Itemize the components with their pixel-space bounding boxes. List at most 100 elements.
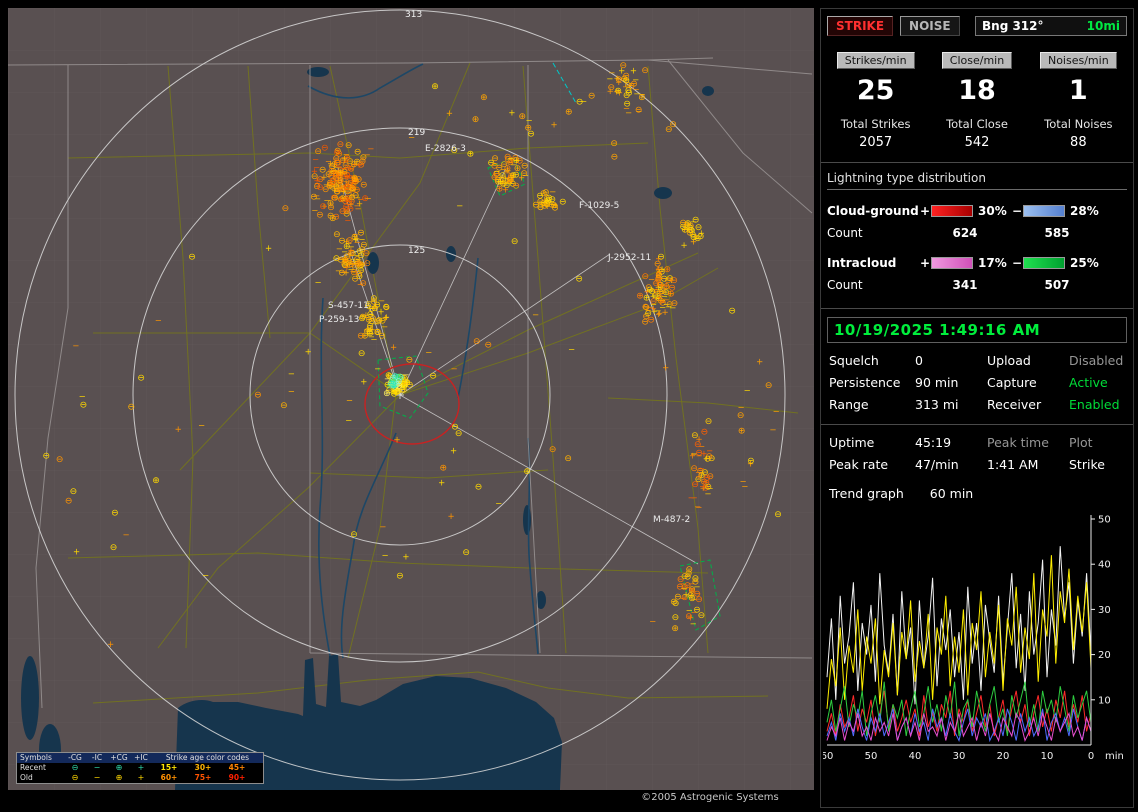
strike-symbol: + xyxy=(607,87,614,97)
trend-x-tick-label: 10 xyxy=(1041,751,1054,762)
strike-symbol: ⊖ xyxy=(128,403,136,413)
uptime-label: Uptime xyxy=(829,435,915,450)
range-value: 313 mi xyxy=(915,397,987,412)
strike-symbol: ⊕ xyxy=(329,214,337,224)
legend-strike-symbol: ⊕ xyxy=(108,763,130,773)
strike-symbol: ⊖ xyxy=(536,192,544,202)
strike-symbol: − xyxy=(495,499,502,509)
legend-age-code: 45+ xyxy=(220,763,254,773)
storm-cell-label: J-2952-11 xyxy=(607,253,651,263)
control-panel: STRIKE NOISE Bng 312° 10mi Strikes/min C… xyxy=(820,8,1134,808)
peak-time-label: Peak time xyxy=(987,435,1069,450)
legend-row-recent: Recent⊖−⊕+15+30+45+ xyxy=(17,763,263,773)
legend-age-code: 15+ xyxy=(152,763,186,773)
total-strikes-label: Total Strikes xyxy=(825,117,926,131)
strike-symbol: − xyxy=(456,201,463,211)
strike-symbol: ⊖ xyxy=(672,613,680,623)
strike-symbol: − xyxy=(651,285,658,295)
trend-graph-label: Trend graph xyxy=(829,486,904,501)
trend-y-tick-label: 30 xyxy=(1098,605,1111,616)
storm-cell-label: P-259-13 xyxy=(319,315,359,325)
strike-symbol: ⊖ xyxy=(357,266,365,276)
close-per-min-button[interactable]: Close/min xyxy=(942,52,1012,69)
strike-symbol: + xyxy=(73,548,80,558)
legend-col-pos-cg: +CG xyxy=(108,753,130,763)
strike-symbol: ⊕ xyxy=(671,624,679,634)
strike-symbol: + xyxy=(448,512,455,522)
strike-symbol: ⊖ xyxy=(647,315,655,325)
strike-symbol: − xyxy=(532,310,539,320)
strike-symbol: ⊖ xyxy=(352,191,360,201)
strike-symbol: + xyxy=(390,343,397,353)
strike-symbol: − xyxy=(665,302,672,312)
strike-symbol: − xyxy=(704,490,711,500)
receiver-label: Receiver xyxy=(987,397,1069,412)
strike-symbol: − xyxy=(693,582,700,592)
strike-symbol: + xyxy=(438,478,445,488)
strike-symbol: − xyxy=(346,396,353,406)
strike-symbol: − xyxy=(769,426,776,436)
trend-x-tick-label: 50 xyxy=(865,751,878,762)
strike-symbol: ⊕ xyxy=(523,467,531,477)
persistence-label: Persistence xyxy=(829,375,915,390)
strike-symbol: ⊖ xyxy=(378,331,386,341)
strike-symbol: ⊖ xyxy=(611,153,619,163)
trend-series-white xyxy=(827,546,1091,704)
strike-symbol: ⊖ xyxy=(350,268,358,278)
strike-symbol: ⊖ xyxy=(188,253,196,263)
strike-symbol: ⊖ xyxy=(357,160,365,170)
strike-symbol: ⊖ xyxy=(473,337,481,347)
strike-symbol: ⊖ xyxy=(314,147,322,157)
strike-symbol: + xyxy=(680,241,687,251)
strike-symbol: − xyxy=(335,267,342,277)
strike-symbol: ⊕ xyxy=(636,292,644,302)
strike-symbol: − xyxy=(155,316,162,326)
strike-symbol: − xyxy=(288,370,295,380)
legend-col-pos-ic: +IC xyxy=(130,753,152,763)
intracloud-label: Intracloud xyxy=(827,256,919,270)
cloud-ground-count-row: Count 624 585 xyxy=(827,222,1127,244)
close-per-min-value: 18 xyxy=(926,73,1027,109)
legend-strike-symbol: − xyxy=(86,773,108,783)
total-noises-value: 88 xyxy=(1028,135,1129,150)
strike-symbol: ⊖ xyxy=(485,341,493,351)
strike-symbol: − xyxy=(773,407,780,417)
legend-strike-symbol: − xyxy=(86,763,108,773)
storm-cell-label: E-2826-3 xyxy=(425,144,466,154)
range-label: Range xyxy=(829,397,915,412)
strike-symbol: ⊖ xyxy=(321,143,329,153)
strike-symbol: − xyxy=(632,76,639,86)
strike-symbol: ⊕ xyxy=(544,196,552,206)
strike-symbol: − xyxy=(635,107,642,117)
strike-symbol: − xyxy=(606,75,613,85)
lightning-map[interactable]: +⊖⊖−⊖⊖+⊖+⊕⊖⊖⊖−⊖−−−⊕⊖−+−⊖−−⊖−−⊖+⊖+⊖⊕+⊕⊖⊖⊖… xyxy=(8,8,814,790)
strike-symbol: ⊖ xyxy=(429,371,437,381)
noises-per-min-button[interactable]: Noises/min xyxy=(1040,52,1117,69)
strike-symbol: ⊖ xyxy=(681,226,689,236)
cg-positive-bar xyxy=(931,205,973,217)
upload-status: Disabled xyxy=(1069,353,1133,368)
legend-strike-symbol: ⊕ xyxy=(108,773,130,783)
strike-symbol: ⊖ xyxy=(737,411,745,421)
strikes-per-min-button[interactable]: Strikes/min xyxy=(837,52,915,69)
strike-symbol: − xyxy=(379,522,386,532)
trend-series-magenta xyxy=(827,713,1091,740)
strike-symbol: − xyxy=(198,421,205,431)
persistence-value: 90 min xyxy=(915,375,987,390)
strike-symbol: ⊖ xyxy=(111,508,119,518)
noise-mode-button[interactable]: NOISE xyxy=(900,16,960,36)
trend-y-tick-label: 50 xyxy=(1098,515,1111,526)
strike-symbol: − xyxy=(354,251,361,261)
strike-symbol: ⊖ xyxy=(254,391,262,401)
strike-symbol: ⊖ xyxy=(687,591,695,601)
intracloud-row: Intracloud + 17% − 25% xyxy=(827,252,1127,274)
legend-strike-symbol: ⊖ xyxy=(64,773,86,783)
strike-symbol: − xyxy=(381,551,388,561)
strike-symbol: − xyxy=(690,218,697,228)
legend-strike-symbol: ⊖ xyxy=(64,763,86,773)
ic-positive-percent: 17% xyxy=(973,256,1011,270)
storm-cell-label: F-1029-5 xyxy=(579,201,619,211)
strike-symbol: ⊖ xyxy=(685,612,693,622)
strike-symbol: ⊕ xyxy=(472,115,480,125)
strike-mode-button[interactable]: STRIKE xyxy=(827,16,893,36)
